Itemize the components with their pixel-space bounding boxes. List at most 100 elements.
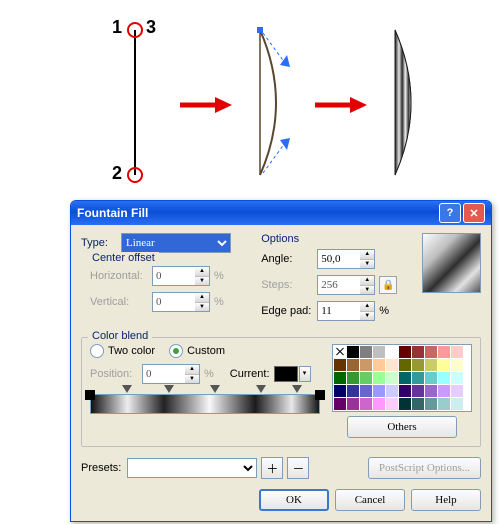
spin-down: ▼	[195, 303, 209, 312]
horizontal-label: Horizontal:	[90, 270, 152, 282]
pct-label: %	[214, 270, 224, 282]
palette-swatch[interactable]	[347, 372, 359, 384]
palette-swatch[interactable]	[451, 359, 463, 371]
gradient-start-node[interactable]	[85, 390, 95, 400]
preset-add-button[interactable]: ＋	[261, 457, 283, 479]
palette-swatch[interactable]	[334, 398, 346, 410]
palette-swatch[interactable]	[386, 346, 398, 358]
palette-swatch[interactable]	[347, 346, 359, 358]
palette-swatch[interactable]	[373, 372, 385, 384]
palette-swatch[interactable]	[347, 398, 359, 410]
palette-swatch[interactable]	[386, 359, 398, 371]
gradient-stop[interactable]	[292, 385, 302, 393]
palette-swatch[interactable]	[373, 398, 385, 410]
palette-swatch[interactable]	[438, 385, 450, 397]
spin-down: ▼	[185, 375, 199, 384]
spin-down[interactable]: ▼	[360, 312, 374, 321]
color-palette[interactable]	[332, 344, 472, 412]
spin-down: ▼	[195, 277, 209, 286]
palette-swatch[interactable]	[360, 346, 372, 358]
palette-swatch[interactable]	[399, 398, 411, 410]
palette-swatch[interactable]	[438, 398, 450, 410]
current-color-swatch[interactable]	[274, 366, 298, 382]
palette-swatch[interactable]	[360, 398, 372, 410]
spin-up: ▲	[195, 267, 209, 277]
palette-swatch[interactable]	[373, 385, 385, 397]
custom-radio[interactable]: Custom	[169, 344, 225, 358]
edgepad-input[interactable]	[317, 301, 360, 321]
ok-button[interactable]: OK	[259, 489, 329, 511]
steps-label: Steps:	[261, 279, 317, 291]
current-color-dropdown[interactable]: ▾	[299, 366, 311, 382]
angle-input[interactable]	[317, 249, 360, 269]
options-caption: Options	[261, 233, 409, 245]
palette-swatch[interactable]	[438, 372, 450, 384]
spin-down[interactable]: ▼	[360, 260, 374, 269]
gradient-stop[interactable]	[210, 385, 220, 393]
palette-swatch[interactable]	[347, 385, 359, 397]
palette-swatch[interactable]	[360, 372, 372, 384]
help-button[interactable]: Help	[411, 489, 481, 511]
palette-swatch[interactable]	[412, 385, 424, 397]
palette-swatch[interactable]	[425, 359, 437, 371]
palette-swatch[interactable]	[425, 346, 437, 358]
color-blend-caption: Color blend	[88, 330, 152, 342]
titlebar-help-button[interactable]: ?	[439, 203, 461, 223]
palette-swatch[interactable]	[386, 398, 398, 410]
titlebar[interactable]: Fountain Fill ? ✕	[71, 201, 491, 225]
spin-up[interactable]: ▲	[360, 302, 374, 312]
gradient-stop[interactable]	[122, 385, 132, 393]
palette-swatch[interactable]	[399, 372, 411, 384]
palette-swatch[interactable]	[438, 346, 450, 358]
palette-swatch[interactable]	[360, 385, 372, 397]
gradient-track[interactable]	[90, 394, 320, 414]
palette-swatch[interactable]	[451, 385, 463, 397]
two-color-radio[interactable]: Two color	[90, 344, 155, 358]
palette-swatch[interactable]	[399, 346, 411, 358]
spin-up[interactable]: ▲	[360, 250, 374, 260]
presets-label: Presets:	[81, 462, 121, 474]
palette-swatch[interactable]	[334, 372, 346, 384]
palette-swatch[interactable]	[412, 372, 424, 384]
palette-swatch[interactable]	[412, 398, 424, 410]
preset-remove-button[interactable]: －	[287, 457, 309, 479]
type-select[interactable]: Linear	[121, 233, 231, 253]
palette-swatch[interactable]	[373, 346, 385, 358]
palette-swatch[interactable]	[412, 359, 424, 371]
palette-swatch[interactable]	[425, 372, 437, 384]
palette-swatch[interactable]	[334, 346, 346, 358]
cancel-button[interactable]: Cancel	[335, 489, 405, 511]
palette-swatch[interactable]	[451, 346, 463, 358]
palette-swatch[interactable]	[399, 385, 411, 397]
others-button[interactable]: Others	[347, 416, 457, 438]
current-label: Current:	[230, 368, 270, 380]
palette-swatch[interactable]	[451, 372, 463, 384]
horizontal-input	[152, 266, 195, 286]
palette-swatch[interactable]	[451, 398, 463, 410]
palette-swatch[interactable]	[412, 346, 424, 358]
vertical-input	[152, 292, 195, 312]
palette-swatch[interactable]	[334, 359, 346, 371]
gradient-slider[interactable]	[90, 394, 320, 414]
palette-swatch[interactable]	[425, 398, 437, 410]
gradient-preview	[422, 233, 481, 293]
presets-select[interactable]	[127, 458, 257, 478]
palette-swatch[interactable]	[425, 385, 437, 397]
pct-label: %	[204, 368, 214, 380]
palette-swatch[interactable]	[386, 372, 398, 384]
titlebar-close-button[interactable]: ✕	[463, 203, 485, 223]
spin-up: ▲	[185, 365, 199, 375]
gradient-stop[interactable]	[164, 385, 174, 393]
spin-up: ▲	[195, 293, 209, 303]
lock-icon[interactable]: 🔒	[379, 276, 397, 294]
gradient-end-node[interactable]	[315, 390, 325, 400]
palette-swatch[interactable]	[360, 359, 372, 371]
palette-swatch[interactable]	[347, 359, 359, 371]
palette-swatch[interactable]	[386, 385, 398, 397]
palette-swatch[interactable]	[373, 359, 385, 371]
point-3-label: 3	[146, 17, 156, 38]
gradient-stop[interactable]	[256, 385, 266, 393]
palette-swatch[interactable]	[438, 359, 450, 371]
palette-swatch[interactable]	[334, 385, 346, 397]
palette-swatch[interactable]	[399, 359, 411, 371]
